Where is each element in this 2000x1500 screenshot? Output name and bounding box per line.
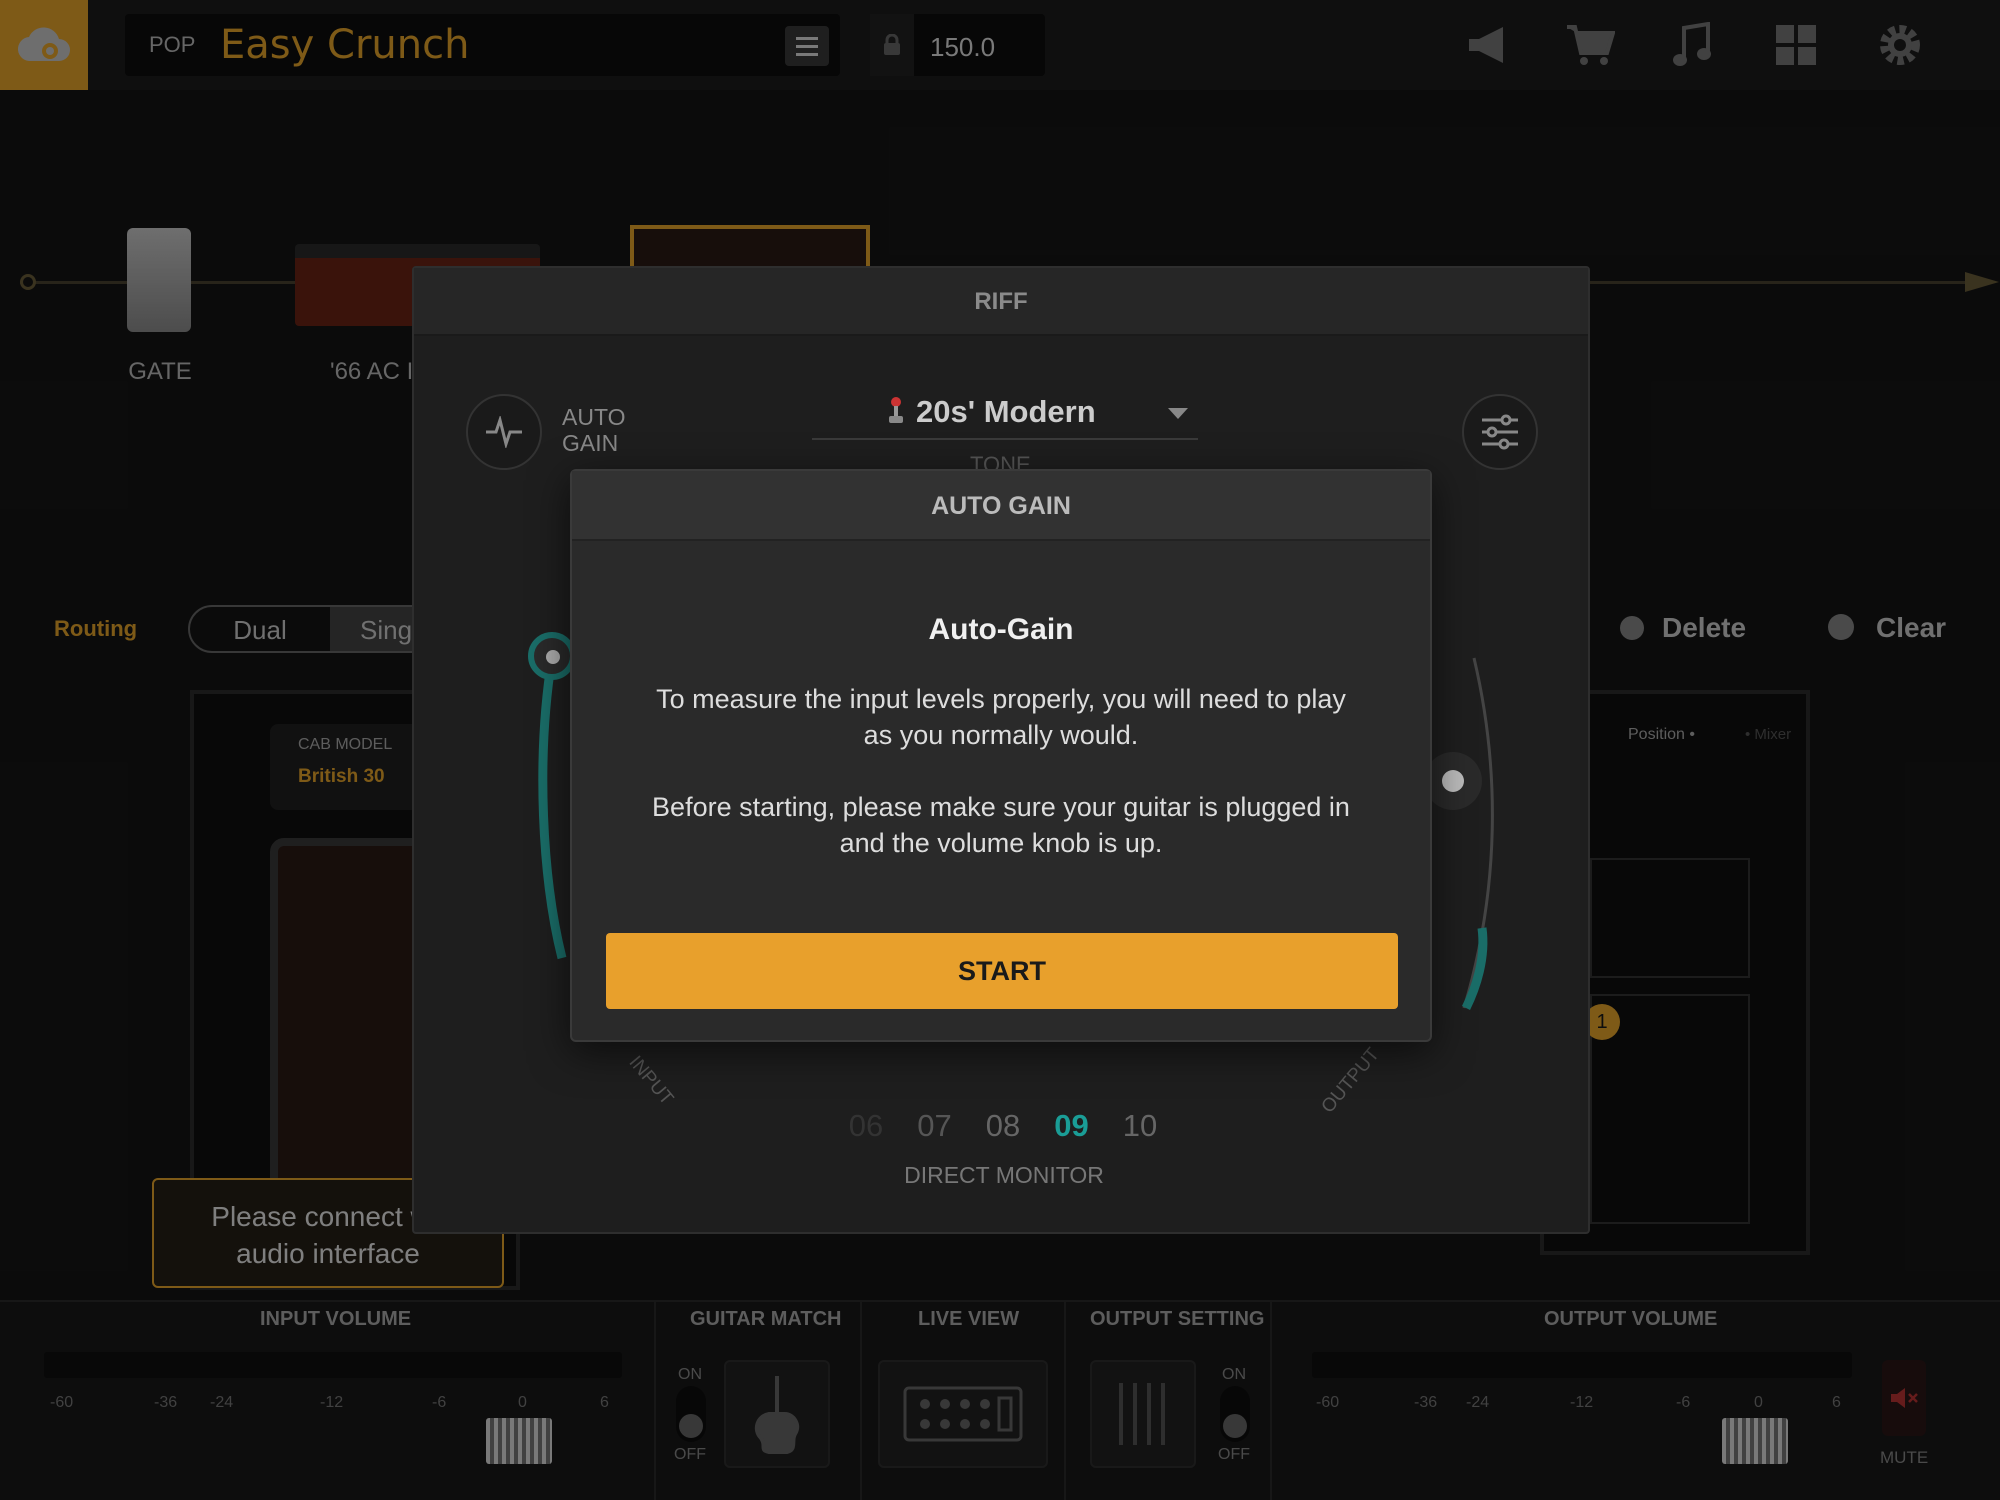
sliders-icon xyxy=(1482,414,1518,450)
chevron-down-icon xyxy=(1168,408,1188,419)
start-button[interactable]: START xyxy=(606,933,1398,1009)
direct-monitor-label: DIRECT MONITOR xyxy=(904,1162,1104,1188)
auto-gain-label-line-1: AUTO xyxy=(562,404,626,430)
auto-gain-label-line-2: GAIN xyxy=(562,430,619,456)
joystick-icon xyxy=(889,397,903,423)
monitor-value[interactable]: 08 xyxy=(986,1108,1020,1144)
tone-dropdown[interactable]: 20s' Modern xyxy=(812,376,1198,440)
waveform-icon xyxy=(486,416,522,448)
monitor-value[interactable]: 07 xyxy=(917,1108,951,1144)
direct-monitor-values[interactable]: 06 07 08 09 10 xyxy=(778,1108,1228,1144)
auto-gain-instruction-2: Before starting, please make sure your g… xyxy=(652,792,1350,858)
monitor-value-selected[interactable]: 09 xyxy=(1054,1108,1088,1144)
auto-gain-title: Auto-Gain xyxy=(928,613,1074,646)
riff-settings-button[interactable] xyxy=(1462,394,1538,470)
tone-value: 20s' Modern xyxy=(916,394,1096,429)
auto-gain-label: AUTO GAIN xyxy=(562,404,625,456)
riff-dialog-title: RIFF xyxy=(414,268,1588,336)
monitor-value[interactable]: 10 xyxy=(1123,1108,1157,1144)
auto-gain-modal-header: AUTO GAIN xyxy=(572,471,1430,541)
app-root: POP Easy Crunch 150.0 GATE '66 AC I Rout… xyxy=(0,0,2000,1500)
input-level-knob[interactable] xyxy=(528,632,576,680)
auto-gain-modal: AUTO GAIN Auto-Gain To measure the input… xyxy=(570,469,1432,1042)
auto-gain-instruction-1: To measure the input levels properly, yo… xyxy=(656,684,1346,750)
auto-gain-button[interactable] xyxy=(466,394,542,470)
monitor-value[interactable]: 06 xyxy=(849,1108,883,1144)
output-level-knob[interactable] xyxy=(1424,752,1482,810)
